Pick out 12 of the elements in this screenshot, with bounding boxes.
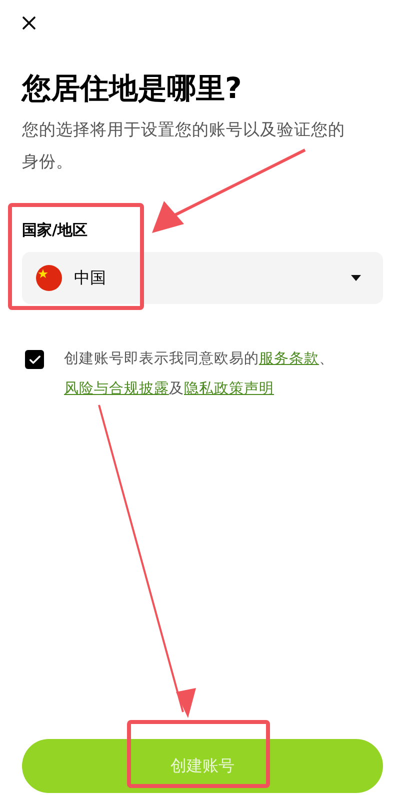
agreement-checkbox[interactable] — [25, 350, 44, 369]
dropdown-caret-icon — [351, 275, 361, 281]
agreement-text: 创建账号即表示我同意欧易的服务条款、 风险与合规披露及隐私政策声明 — [64, 350, 335, 399]
page-subtitle: 您的选择将用于设置您的账号以及验证您的身份。 — [22, 119, 346, 173]
check-icon — [28, 352, 42, 366]
terms-link[interactable]: 风险与合规披露 — [64, 381, 169, 397]
field-label: 国家/地区 — [22, 220, 88, 240]
flag-icon — [36, 265, 62, 291]
terms-link[interactable]: 服务条款 — [259, 351, 319, 367]
country-select[interactable]: 中国 — [22, 252, 383, 304]
terms-link[interactable]: 隐私政策声明 — [184, 381, 274, 397]
page-title: 您居住地是哪里? — [22, 70, 243, 107]
